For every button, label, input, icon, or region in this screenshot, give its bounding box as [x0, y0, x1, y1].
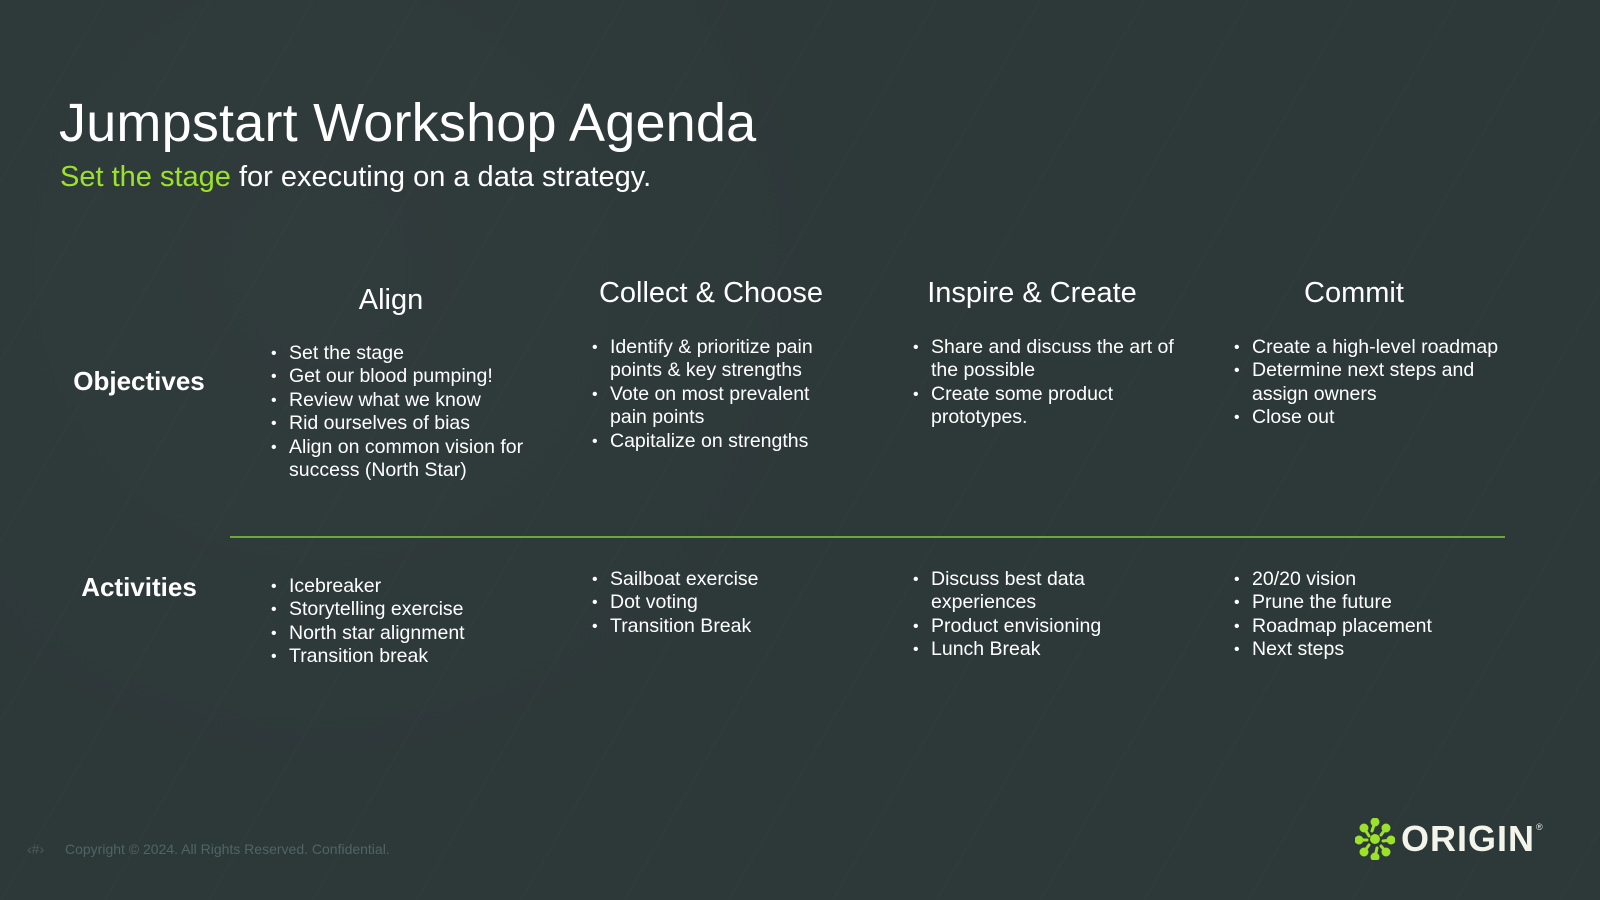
row-label-objectives: Objectives: [73, 366, 205, 396]
list-item: Create some product prototypes.: [913, 383, 1176, 430]
list-item: Get our blood pumping!: [271, 365, 529, 389]
list-item: Discuss best data experiences: [913, 568, 1121, 615]
list-item: Rid ourselves of bias: [271, 412, 529, 436]
list-item: Capitalize on strengths: [592, 430, 845, 454]
list-item: Transition Break: [592, 615, 845, 639]
section-divider: [230, 536, 1505, 538]
slide-subtitle: Set the stage for executing on a data st…: [60, 160, 651, 195]
list-item: Determine next steps and assign owners: [1234, 359, 1512, 406]
list-item: Transition break: [271, 645, 529, 669]
list-item: Review what we know: [271, 389, 529, 413]
list-item: Align on common vision for success (Nort…: [271, 436, 529, 483]
subtitle-rest: for executing on a data strategy.: [230, 161, 652, 193]
list-item: Identify & prioritize pain points & key …: [592, 336, 845, 383]
list-item: Roadmap placement: [1234, 615, 1512, 639]
origin-logo: ORIGIN ®: [1355, 818, 1543, 860]
objectives-list-commit: Create a high-level roadmap Determine ne…: [1234, 336, 1512, 430]
logo-wordmark: ORIGIN: [1401, 818, 1536, 859]
list-item: Icebreaker: [271, 575, 529, 599]
origin-dots-logo-icon: [1355, 818, 1395, 860]
objectives-list-collect-choose: Identify & prioritize pain points & key …: [592, 336, 845, 453]
list-item: North star alignment: [271, 622, 529, 646]
list-item: Dot voting: [592, 591, 845, 615]
list-item: Share and discuss the art of the possibl…: [913, 336, 1176, 383]
list-item: Prune the future: [1234, 591, 1512, 615]
list-item: Storytelling exercise: [271, 598, 529, 622]
list-item: 20/20 vision: [1234, 568, 1512, 592]
subtitle-accent: Set the stage: [60, 161, 231, 193]
list-item: Close out: [1234, 406, 1512, 430]
list-item: Vote on most prevalent pain points: [592, 383, 845, 430]
registered-mark: ®: [1536, 822, 1543, 832]
column-heading-commit: Commit: [1304, 277, 1404, 309]
list-item: Sailboat exercise: [592, 568, 845, 592]
list-item: Product envisioning: [913, 615, 1121, 639]
column-heading-align: Align: [358, 284, 424, 316]
activities-list-inspire-create: Discuss best data experiences Product en…: [913, 568, 1121, 662]
copyright-text: Copyright © 2024. All Rights Reserved. C…: [65, 841, 390, 857]
slide-title: Jumpstart Workshop Agenda: [59, 93, 757, 153]
objectives-list-align: Set the stage Get our blood pumping! Rev…: [271, 342, 529, 482]
activities-list-align: Icebreaker Storytelling exercise North s…: [271, 575, 529, 669]
activities-list-commit: 20/20 vision Prune the future Roadmap pl…: [1234, 568, 1512, 662]
list-item: Set the stage: [271, 342, 529, 366]
column-heading-collect-choose: Collect & Choose: [598, 277, 824, 309]
list-item: Lunch Break: [913, 638, 1121, 662]
slide-number-placeholder: ‹#›: [27, 841, 45, 857]
row-label-activities: Activities: [81, 572, 197, 602]
list-item: Next steps: [1234, 638, 1512, 662]
column-heading-inspire-create: Inspire & Create: [927, 277, 1137, 309]
objectives-list-inspire-create: Share and discuss the art of the possibl…: [913, 336, 1176, 430]
list-item: Create a high-level roadmap: [1234, 336, 1512, 360]
activities-list-collect-choose: Sailboat exercise Dot voting Transition …: [592, 568, 845, 639]
